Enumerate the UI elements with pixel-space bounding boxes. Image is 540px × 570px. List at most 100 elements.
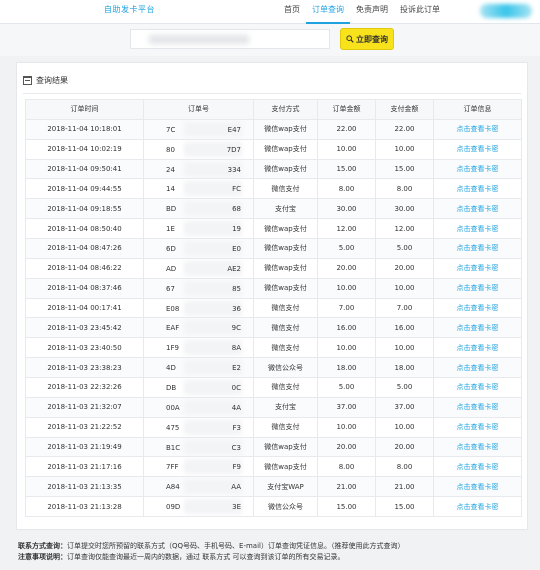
order-amount: 22.00: [317, 118, 376, 140]
paid-amount: 21.00: [375, 476, 434, 498]
order-id-prefix: 7FF: [166, 463, 179, 472]
notice-note: 注意事项说明：订单查询仅能查询最近一周内的数据，通过 联系方式 可以查询到该订单…: [18, 552, 404, 563]
table-row: 2018-11-04 10:02:19 80 7D7 微信wap支付 10.00 10.0…: [25, 138, 522, 160]
order-id-suffix: 334: [227, 165, 241, 174]
order-amount: 5.00: [317, 377, 376, 398]
payment-method: 微信wap支付: [253, 218, 318, 240]
view-card-link[interactable]: 点击查看卡密: [433, 317, 522, 339]
table-row: 2018-11-03 21:13:35 A84 AA 支付宝WAP 21.00 21.00…: [25, 476, 522, 498]
payment-method: 微信wap支付: [253, 277, 318, 299]
orders-table: 订单时间 订单号 支付方式 订单金额 支付金额 订单信息 2018-11-04 …: [25, 99, 522, 518]
order-time: 2018-11-03 21:22:52: [25, 416, 144, 438]
table-row: 2018-11-03 21:13:28 09D 3E 微信公众号 15.00 15.00 点…: [25, 496, 522, 518]
paid-amount: 12.00: [375, 218, 434, 240]
order-id-suffix: 3E: [232, 503, 241, 512]
order-id-prefix: AD: [166, 264, 177, 273]
order-id: 24 334: [143, 158, 254, 180]
view-card-link[interactable]: 点击查看卡密: [433, 476, 522, 498]
order-id: 09D 3E: [143, 496, 254, 518]
paid-amount: 10.00: [375, 277, 434, 299]
paid-amount: 5.00: [375, 377, 434, 398]
order-time: 2018-11-03 21:13:28: [25, 496, 144, 518]
payment-method: 微信支付: [253, 377, 318, 398]
payment-method: 微信wap支付: [253, 138, 318, 160]
view-card-link[interactable]: 点击查看卡密: [433, 158, 522, 180]
table-row: 2018-11-03 23:45:42 EAF 9C 微信支付 16.00 16.00 点击…: [25, 317, 522, 339]
view-card-link[interactable]: 点击查看卡密: [433, 377, 522, 398]
view-card-link[interactable]: 点击查看卡密: [433, 436, 522, 458]
order-id-suffix: F9: [232, 463, 241, 472]
paid-amount: 8.00: [375, 456, 434, 478]
table-row: 2018-11-04 08:37:46 67 85 微信wap支付 10.00 10.00…: [25, 277, 522, 299]
payment-method: 微信wap支付: [253, 238, 318, 259]
order-id-suffix: E0: [232, 245, 241, 254]
order-id: 80 7D7: [143, 138, 254, 160]
order-id-suffix: 7D7: [226, 145, 241, 154]
order-amount: 16.00: [317, 317, 376, 339]
order-id-suffix: 8A: [231, 344, 241, 353]
paid-amount: 15.00: [375, 158, 434, 180]
view-card-link[interactable]: 点击查看卡密: [433, 238, 522, 259]
table-row: 2018-11-03 21:19:49 B1C C3 微信wap支付 20.00 20.0…: [25, 436, 522, 458]
order-id: A84 AA: [143, 476, 254, 498]
view-card-link[interactable]: 点击查看卡密: [433, 416, 522, 438]
order-time: 2018-11-04 08:46:22: [25, 257, 144, 279]
order-time: 2018-11-03 21:32:07: [25, 396, 144, 418]
order-time: 2018-11-04 09:18:55: [25, 198, 144, 220]
order-id: B1C C3: [143, 436, 254, 458]
paid-amount: 7.00: [375, 297, 434, 319]
order-id: 4D E2: [143, 357, 254, 379]
order-id: BD 68: [143, 198, 254, 220]
view-card-link[interactable]: 点击查看卡密: [433, 257, 522, 279]
payment-method: 支付宝: [253, 396, 318, 418]
paid-amount: 15.00: [375, 496, 434, 518]
order-id-suffix: 9C: [231, 324, 241, 333]
payment-method: 微信支付: [253, 337, 318, 359]
payment-method: 微信公众号: [253, 496, 318, 518]
nav-complaint[interactable]: 投诉此订单: [394, 0, 446, 24]
payment-method: 微信wap支付: [253, 158, 318, 180]
order-amount: 8.00: [317, 178, 376, 200]
order-id-suffix: FC: [232, 185, 241, 194]
view-card-link[interactable]: 点击查看卡密: [433, 178, 522, 200]
paid-amount: 30.00: [375, 198, 434, 220]
paid-amount: 8.00: [375, 178, 434, 200]
notice-note-text: 订单查询仅能查询最近一周内的数据，通过 联系方式 可以查询到该订单的所有交易记录…: [67, 553, 345, 561]
paid-amount: 37.00: [375, 396, 434, 418]
view-card-link[interactable]: 点击查看卡密: [433, 297, 522, 319]
site-brand[interactable]: 自助发卡平台: [104, 4, 155, 15]
order-id-prefix: 1E: [166, 225, 175, 234]
view-card-link[interactable]: 点击查看卡密: [433, 218, 522, 240]
table-row: 2018-11-04 08:46:22 AD AE2 微信wap支付 20.00 20.0…: [25, 257, 522, 279]
view-card-link[interactable]: 点击查看卡密: [433, 277, 522, 299]
view-card-link[interactable]: 点击查看卡密: [433, 357, 522, 379]
order-id-prefix: 7C: [166, 125, 176, 134]
user-avatar[interactable]: [480, 4, 532, 18]
view-card-link[interactable]: 点击查看卡密: [433, 337, 522, 359]
view-card-link[interactable]: 点击查看卡密: [433, 496, 522, 518]
order-time: 2018-11-04 08:37:46: [25, 277, 144, 299]
payment-method: 微信公众号: [253, 357, 318, 379]
query-button-label: 立即查询: [356, 34, 388, 44]
query-button[interactable]: 立即查询: [340, 28, 394, 50]
order-amount: 20.00: [317, 436, 376, 458]
view-card-link[interactable]: 点击查看卡密: [433, 138, 522, 160]
order-id: 6D E0: [143, 238, 254, 259]
view-card-link[interactable]: 点击查看卡密: [433, 396, 522, 418]
order-id-prefix: A84: [166, 483, 180, 492]
order-id-prefix: 80: [166, 145, 175, 154]
nav-home[interactable]: 首页: [278, 0, 306, 24]
order-id-prefix: 24: [166, 165, 175, 174]
view-card-link[interactable]: 点击查看卡密: [433, 198, 522, 220]
order-id-suffix: E2: [232, 364, 241, 373]
search-input[interactable]: [130, 29, 330, 49]
order-id-suffix: AE2: [227, 264, 241, 273]
view-card-link[interactable]: 点击查看卡密: [433, 456, 522, 478]
view-card-link[interactable]: 点击查看卡密: [433, 118, 522, 140]
order-id-suffix: 68: [232, 205, 241, 214]
paid-amount: 20.00: [375, 257, 434, 279]
payment-method: 微信wap支付: [253, 118, 318, 140]
nav-disclaimer[interactable]: 免责声明: [350, 0, 394, 24]
nav-order-query[interactable]: 订单查询: [306, 0, 350, 24]
table-row: 2018-11-04 09:44:55 14 FC 微信支付 8.00 8.00 点击查看卡…: [25, 178, 522, 200]
